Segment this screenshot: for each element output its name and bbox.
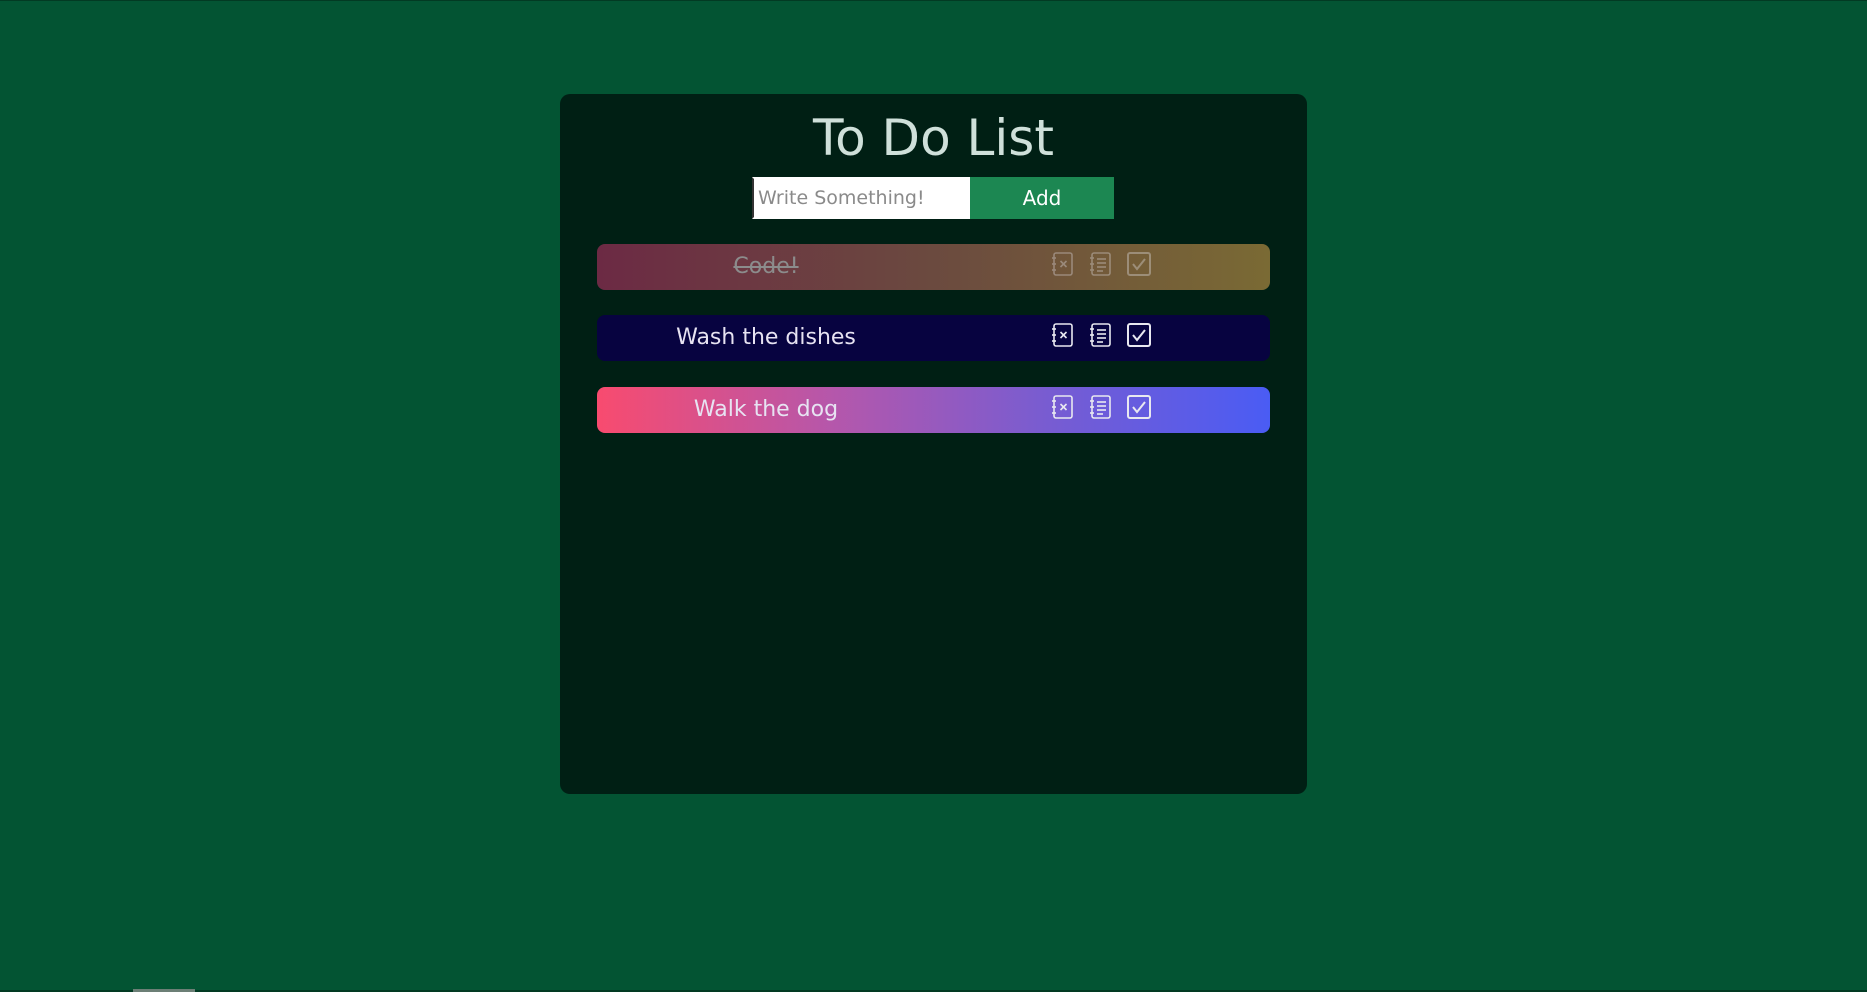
complete-todo-button[interactable] [1125,250,1153,278]
window-top-edge [0,0,1867,1]
todo-actions [1049,250,1153,278]
page-title: To Do List [813,109,1054,167]
todo-text: Walk the dog [693,397,839,422]
todo-item: Walk the dog [597,387,1270,433]
todo-actions [1049,393,1153,421]
todo-actions [1049,321,1153,349]
edit-icon [1090,323,1111,347]
delete-icon [1052,395,1073,419]
delete-todo-button[interactable] [1049,393,1077,421]
check-icon [1127,323,1151,347]
edit-icon [1090,252,1111,276]
check-icon [1127,395,1151,419]
todo-item: Code! [597,244,1270,290]
todo-text: Code! [733,254,799,279]
add-button[interactable]: Add [970,177,1114,219]
delete-todo-button[interactable] [1049,250,1077,278]
todo-text: Wash the dishes [676,325,856,350]
task-input[interactable] [752,177,970,219]
delete-icon [1052,252,1073,276]
todo-item: Wash the dishes [597,315,1270,361]
edit-todo-button[interactable] [1087,321,1115,349]
edit-todo-button[interactable] [1087,393,1115,421]
delete-todo-button[interactable] [1049,321,1077,349]
add-task-form: Add [752,177,1114,219]
check-icon [1127,252,1151,276]
complete-todo-button[interactable] [1125,321,1153,349]
complete-todo-button[interactable] [1125,393,1153,421]
edit-icon [1090,395,1111,419]
edit-todo-button[interactable] [1087,250,1115,278]
delete-icon [1052,323,1073,347]
